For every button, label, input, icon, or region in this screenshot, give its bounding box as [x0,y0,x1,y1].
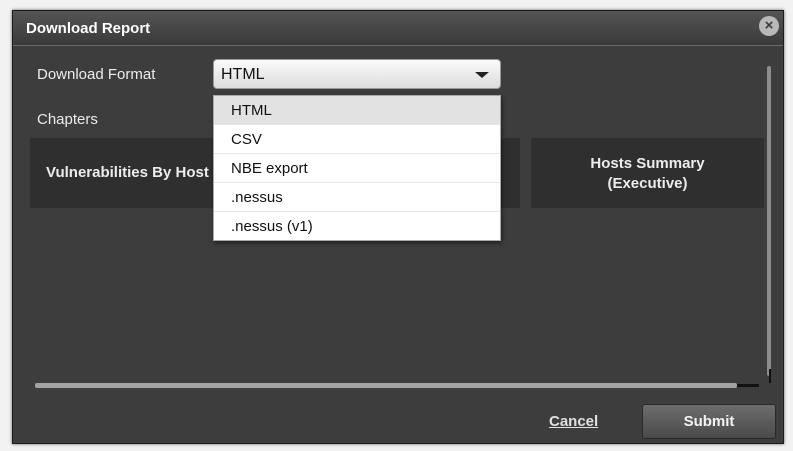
dialog-titlebar: Download Report × [13,11,783,46]
chapter-label: Vulnerabilities By Host [46,164,209,181]
vertical-scrollbar-end [769,369,771,383]
dropdown-option-nbe-export[interactable]: NBE export [214,154,500,183]
chapters-label: Chapters [37,111,98,128]
chapter-label-line1: Hosts Summary [590,155,705,172]
download-report-dialog: Download Report × Download Format HTML C… [12,10,784,444]
dropdown-option-csv[interactable]: CSV [214,125,500,154]
format-select[interactable]: HTML [213,59,501,89]
cancel-button[interactable]: Cancel [549,413,598,430]
dropdown-option-html[interactable]: HTML [214,96,500,125]
close-icon[interactable]: × [759,16,779,36]
chapter-hosts-summary[interactable]: Hosts Summary (Executive) [531,138,764,208]
horizontal-scrollbar-end [737,384,759,387]
horizontal-scrollbar[interactable] [35,383,737,388]
chapter-label-line2: (Executive) [607,175,688,192]
chevron-down-icon [475,72,489,78]
download-format-label: Download Format [37,66,156,83]
vertical-scrollbar[interactable] [767,66,771,376]
format-dropdown-menu: HTML CSV NBE export .nessus .nessus (v1) [213,95,501,241]
submit-button[interactable]: Submit [642,404,776,439]
dropdown-option-nessus-v1[interactable]: .nessus (v1) [214,212,500,241]
format-select-value: HTML [221,66,265,83]
dropdown-option-nessus[interactable]: .nessus [214,183,500,212]
dialog-title: Download Report [26,20,151,37]
